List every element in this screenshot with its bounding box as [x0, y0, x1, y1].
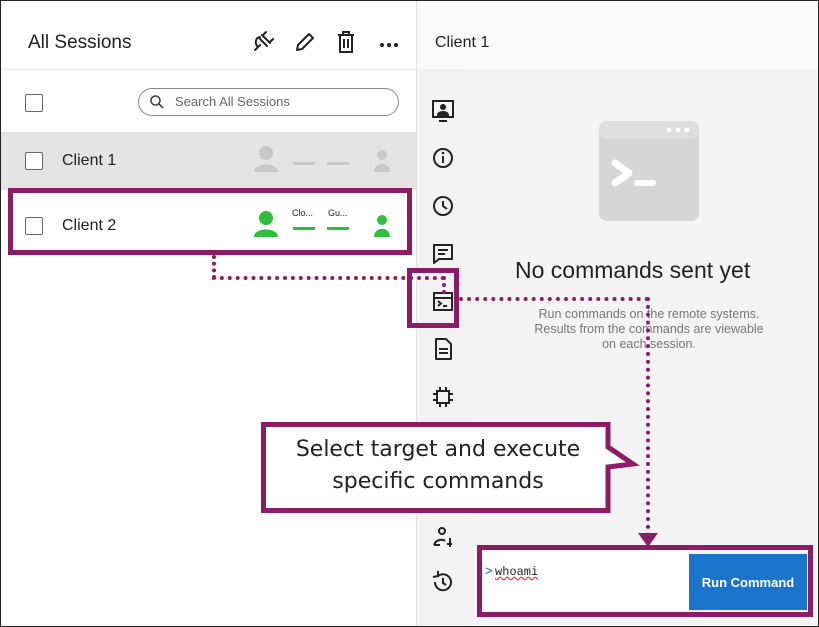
select-all-checkbox[interactable] — [25, 94, 43, 112]
connector-line — [646, 297, 650, 537]
highlight-client-2 — [8, 188, 412, 255]
screen-share-icon[interactable] — [430, 98, 456, 124]
arrow-head-icon — [638, 533, 658, 547]
chip-icon[interactable] — [430, 384, 456, 410]
trash-icon[interactable] — [333, 29, 359, 55]
user-gear-icon[interactable] — [430, 524, 456, 550]
info-icon[interactable] — [430, 145, 456, 171]
search-icon — [150, 95, 164, 109]
connector-line — [442, 276, 446, 294]
detail-title: Client 1 — [435, 34, 490, 51]
empty-state-title: No commands sent yet — [515, 257, 751, 283]
session-row-client-1[interactable]: Client 1 — [1, 132, 416, 190]
status-line — [327, 162, 349, 165]
session-status — [254, 146, 390, 172]
session-checkbox[interactable] — [25, 152, 43, 170]
callout-text: Select target and execute specific comma… — [263, 434, 613, 498]
callout-line: specific commands — [332, 469, 544, 494]
document-icon[interactable] — [430, 336, 456, 362]
sessions-header: All Sessions — [1, 1, 416, 70]
connector-line — [212, 276, 445, 280]
connector-line — [459, 297, 649, 301]
terminal-icon — [599, 121, 699, 221]
clock-icon[interactable] — [430, 193, 456, 219]
detail-header: Client 1 — [417, 1, 818, 70]
session-label: Client 1 — [62, 152, 117, 169]
history-icon[interactable] — [430, 569, 456, 595]
chat-icon[interactable] — [430, 241, 456, 267]
app-window: All Sessions Search All Sessions Client — [0, 0, 819, 627]
callout-line: Select target and execute — [295, 437, 581, 462]
more-icon[interactable] — [376, 29, 402, 55]
sessions-panel: All Sessions Search All Sessions Client — [1, 1, 417, 626]
tool-rail — [417, 69, 469, 626]
unplug-icon[interactable] — [250, 29, 276, 55]
pencil-icon[interactable] — [292, 29, 318, 55]
sessions-title: All Sessions — [28, 32, 132, 53]
search-placeholder: Search All Sessions — [175, 94, 290, 109]
user-icon — [374, 150, 390, 172]
search-input[interactable]: Search All Sessions — [138, 88, 399, 116]
status-line — [293, 162, 315, 165]
agent-icon — [254, 146, 278, 172]
highlight-command-input — [477, 545, 813, 617]
